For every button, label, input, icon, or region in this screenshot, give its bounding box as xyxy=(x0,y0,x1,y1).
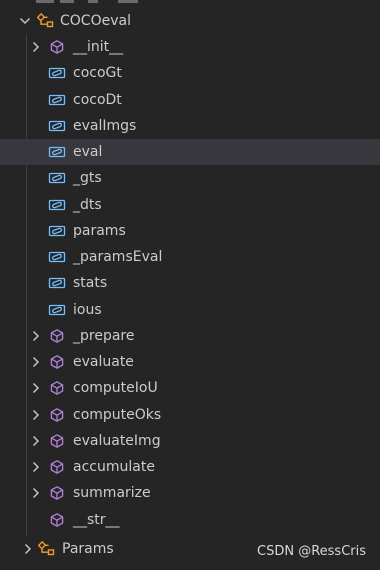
tree-item-label: accumulate xyxy=(73,459,155,475)
tree-item-str[interactable]: __str__ xyxy=(0,507,380,533)
method-icon xyxy=(48,323,66,349)
tree-item-label: ious xyxy=(73,302,102,318)
method-icon xyxy=(48,34,66,60)
tree-item-cocogt[interactable]: cocoGt xyxy=(0,60,380,86)
tree-item-label: evaluate xyxy=(73,354,134,370)
chevron-right-icon[interactable] xyxy=(28,402,44,428)
chevron-right-icon[interactable] xyxy=(28,34,44,60)
method-icon xyxy=(48,480,66,506)
previous-item-fragment xyxy=(36,0,54,3)
tree-item-dts[interactable]: _dts xyxy=(0,192,380,218)
tree-item-init[interactable]: __init__ xyxy=(0,34,380,60)
method-icon xyxy=(48,375,66,401)
tree-item-label: stats xyxy=(73,275,108,291)
field-icon xyxy=(48,139,66,165)
tree-item-label: params xyxy=(73,223,126,239)
tree-item-accumulate[interactable]: accumulate xyxy=(0,454,380,480)
previous-item-fragment-2 xyxy=(60,0,74,3)
chevron-right-icon[interactable] xyxy=(28,323,44,349)
chevron-right-icon[interactable] xyxy=(28,375,44,401)
chevron-right-icon[interactable] xyxy=(28,349,44,375)
chevron-right-icon[interactable] xyxy=(28,454,44,480)
field-icon xyxy=(48,297,66,323)
tree-item-ious[interactable]: ious xyxy=(0,297,380,323)
tree-item-summarize[interactable]: summarize xyxy=(0,480,380,506)
tree-item-computeoks[interactable]: computeOks xyxy=(0,402,380,428)
method-icon xyxy=(48,507,66,533)
tree-item-gts[interactable]: _gts xyxy=(0,165,380,191)
tree-item-label: _dts xyxy=(73,197,102,213)
tree-item-label: evalImgs xyxy=(73,118,137,134)
chevron-right-icon[interactable] xyxy=(20,536,36,562)
tree-item-label: __str__ xyxy=(73,512,120,528)
tree-item-cocodt[interactable]: cocoDt xyxy=(0,87,380,113)
tree-item-label: cocoDt xyxy=(73,92,122,108)
chevron-right-icon[interactable] xyxy=(28,428,44,454)
tree-item-label: summarize xyxy=(73,485,151,501)
tree-item-label: cocoGt xyxy=(73,65,122,81)
field-icon xyxy=(48,87,66,113)
tree-item-cocoeval[interactable]: COCOeval xyxy=(0,8,380,34)
tree-item-computeiou[interactable]: computeIoU xyxy=(0,375,380,401)
previous-item-fragment-4 xyxy=(118,0,138,3)
tree-item-label: eval xyxy=(73,144,103,160)
previous-item-fragment-3 xyxy=(88,0,98,3)
chevron-down-icon[interactable] xyxy=(17,8,33,34)
tree-item-label: computeOks xyxy=(73,407,162,423)
method-icon xyxy=(48,402,66,428)
tree-item-label: _gts xyxy=(73,170,102,186)
field-icon xyxy=(48,113,66,139)
tree-item-stats[interactable]: stats xyxy=(0,270,380,296)
tree-item-paramseval[interactable]: _paramsEval xyxy=(0,244,380,270)
field-icon xyxy=(48,244,66,270)
tree-item-eval[interactable]: eval xyxy=(0,139,380,165)
field-icon xyxy=(48,270,66,296)
method-icon xyxy=(48,428,66,454)
method-icon xyxy=(48,454,66,480)
field-icon xyxy=(48,218,66,244)
tree-item-evaluateimg[interactable]: evaluateImg xyxy=(0,428,380,454)
tree-item-label: COCOeval xyxy=(60,13,131,29)
tree-item-label: evaluateImg xyxy=(73,433,161,449)
tree-item-label: Params xyxy=(62,541,114,557)
tree-item-evalimgs[interactable]: evalImgs xyxy=(0,113,380,139)
method-icon xyxy=(48,349,66,375)
tree-item-params[interactable]: params xyxy=(0,218,380,244)
class-icon xyxy=(38,536,56,562)
outline-panel: COCOeval __init__ cocoGt cocoDt evalImgs eva… xyxy=(0,0,380,570)
field-icon xyxy=(48,192,66,218)
field-icon xyxy=(48,60,66,86)
tree-item-prepare[interactable]: _prepare xyxy=(0,323,380,349)
tree-item-label: computeIoU xyxy=(73,380,158,396)
chevron-right-icon[interactable] xyxy=(28,480,44,506)
class-icon xyxy=(37,8,55,34)
tree-item-evaluate[interactable]: evaluate xyxy=(0,349,380,375)
tree-item-label: _prepare xyxy=(73,328,135,344)
tree-item-label: _paramsEval xyxy=(73,249,163,265)
tree-item-label: __init__ xyxy=(73,39,124,55)
watermark: CSDN @RessCris xyxy=(257,544,366,559)
field-icon xyxy=(48,165,66,191)
